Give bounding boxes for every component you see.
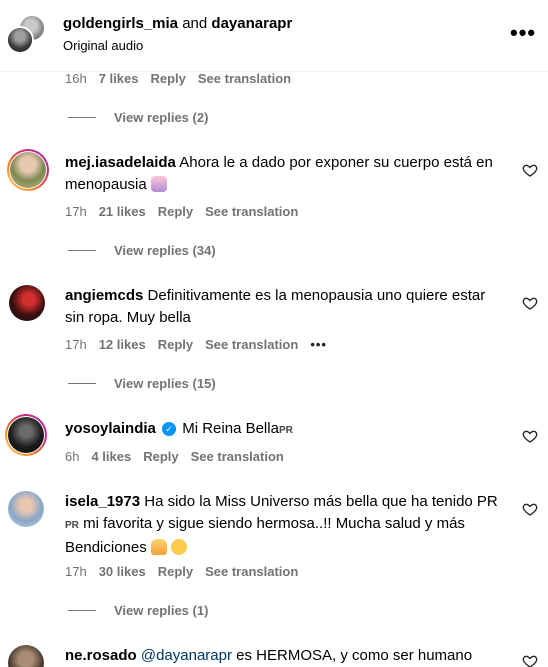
heart-icon[interactable] [522, 428, 538, 444]
comment-text: isela_1973 Ha sido la Miss Universo más … [65, 491, 505, 559]
comment-meta: 6h 4 likes Reply See translation [65, 449, 296, 464]
comment-text: angiemcds Definitivamente es la menopaus… [65, 285, 505, 329]
divider [68, 383, 96, 384]
reply-button[interactable]: Reply [158, 337, 193, 352]
avatar[interactable] [8, 417, 44, 453]
comment-meta: 17h 12 likes Reply See translation ••• [65, 337, 339, 352]
praying-hands-emoji-icon [150, 539, 167, 555]
comment-body: mi favorita y sigue siendo hermosa..!! M… [65, 515, 465, 556]
see-translation-button[interactable]: See translation [191, 449, 284, 464]
comment-time: 17h [65, 564, 87, 579]
reply-button[interactable]: Reply [158, 204, 193, 219]
comment-body: Mi Reina Bella [182, 420, 279, 437]
heart-icon[interactable] [522, 295, 538, 311]
divider [68, 117, 96, 118]
comment-body: es HERMOSA, y como ser humano [236, 647, 473, 664]
flag-pr-icon: PR [65, 520, 79, 531]
heart-icon[interactable] [522, 162, 538, 178]
view-replies-button[interactable]: View replies (34) [68, 243, 216, 258]
post-authors: goldengirls_mia and dayanarapr [63, 15, 292, 32]
comment-likes[interactable]: 7 likes [99, 71, 139, 86]
heart-icon[interactable] [522, 501, 538, 517]
see-translation-button[interactable]: See translation [205, 337, 298, 352]
view-replies-button[interactable]: View replies (2) [68, 110, 208, 125]
comment-username[interactable]: isela_1973 [65, 493, 140, 510]
author-link[interactable]: goldengirls_mia [63, 15, 178, 32]
view-replies-label: View replies (15) [114, 376, 216, 391]
view-replies-label: View replies (2) [114, 110, 209, 125]
flag-pr-icon: PR [278, 425, 293, 436]
view-replies-label: View replies (34) [114, 243, 216, 258]
view-replies-button[interactable]: View replies (1) [68, 603, 208, 618]
comment-time: 16h [65, 71, 87, 86]
comment-options-icon[interactable]: ••• [310, 337, 327, 352]
collab-avatars[interactable] [6, 14, 46, 54]
avatar[interactable] [8, 491, 44, 527]
reply-button[interactable]: Reply [150, 71, 185, 86]
heart-icon[interactable] [522, 653, 538, 667]
avatar[interactable] [8, 645, 44, 667]
view-replies-label: View replies (1) [114, 603, 209, 618]
authors-joiner: and [182, 15, 208, 32]
comment-meta: 17h 30 likes Reply See translation [65, 564, 310, 579]
audio-label[interactable]: Original audio [63, 38, 143, 53]
comment-time: 17h [65, 337, 87, 352]
avatar[interactable] [9, 285, 45, 321]
comment-likes[interactable]: 21 likes [99, 204, 146, 219]
see-translation-button[interactable]: See translation [198, 71, 291, 86]
comment-meta: 16h 7 likes Reply See translation [65, 71, 303, 86]
comment-time: 6h [65, 449, 80, 464]
comment-username[interactable]: mej.iasadelaida [65, 154, 176, 171]
author-link[interactable]: dayanarapr [211, 15, 292, 32]
more-options-icon[interactable]: ••• [510, 22, 536, 44]
comment-username[interactable]: angiemcds [65, 287, 143, 304]
comment-body: Ha sido la Miss Universo más bella que h… [144, 493, 498, 510]
see-translation-button[interactable]: See translation [205, 204, 298, 219]
comment-likes[interactable]: 12 likes [99, 337, 146, 352]
comment-likes[interactable]: 4 likes [91, 449, 131, 464]
divider [68, 250, 96, 251]
comment-username[interactable]: ne.rosado [65, 647, 137, 664]
comment-meta: 17h 21 likes Reply See translation [65, 204, 310, 219]
mention-link[interactable]: @dayanarapr [141, 647, 232, 664]
smiling-hearts-emoji-icon [171, 539, 188, 555]
comment-text: yosoylaindia ✓ Mi Reina BellaPR [65, 418, 505, 442]
comment-text: mej.iasadelaida Ahora le a dado por expo… [65, 152, 505, 196]
post-header: goldengirls_mia and dayanarapr Original … [0, 0, 548, 72]
see-translation-button[interactable]: See translation [205, 564, 298, 579]
verified-badge-icon: ✓ [162, 422, 177, 437]
reply-button[interactable]: Reply [158, 564, 193, 579]
reply-button[interactable]: Reply [143, 449, 178, 464]
comment-likes[interactable]: 30 likes [99, 564, 146, 579]
shrug-emoji-icon [150, 176, 167, 192]
divider [68, 610, 96, 611]
avatar[interactable] [10, 152, 46, 188]
comment-time: 17h [65, 204, 87, 219]
comment-username[interactable]: yosoylaindia [65, 420, 156, 437]
comment-text: ne.rosado @dayanarapr es HERMOSA, y como… [65, 645, 505, 667]
view-replies-button[interactable]: View replies (15) [68, 376, 216, 391]
avatar [6, 26, 34, 54]
